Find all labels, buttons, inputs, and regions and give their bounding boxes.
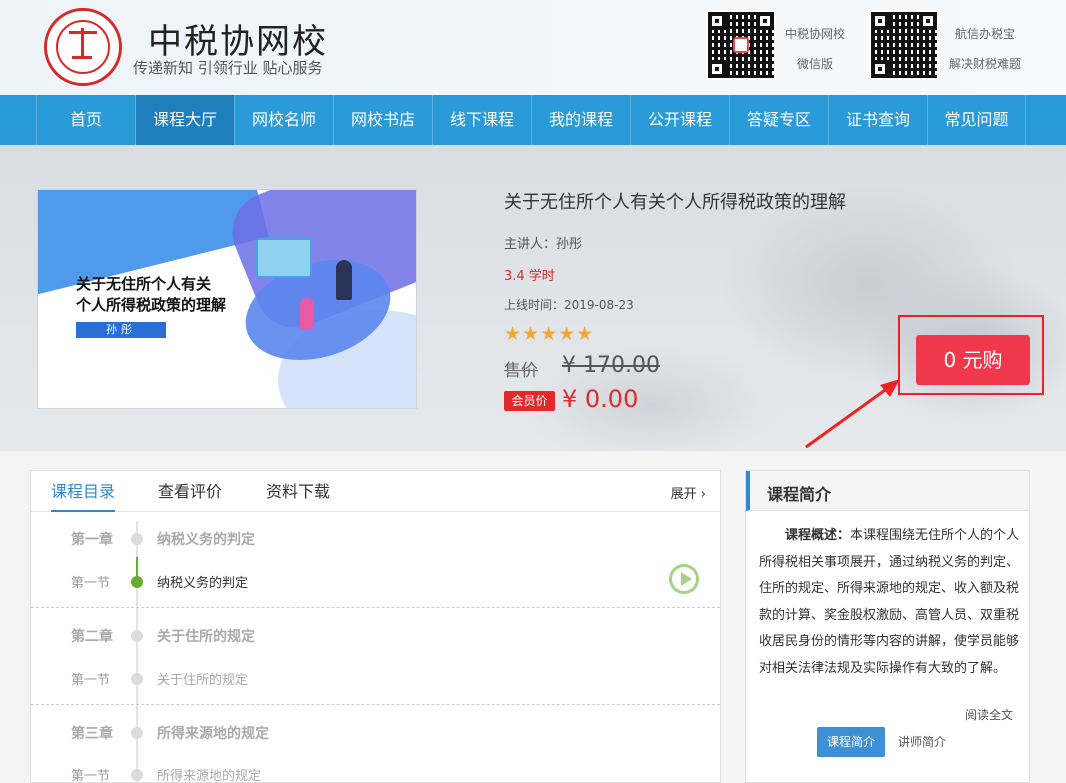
section-label: 第一节 (71, 769, 111, 783)
course-catalog-panel: 课程目录 查看评价 资料下载 展开 › 第一章 纳税义务的判定 第一节 纳税义务… (30, 470, 721, 783)
qr-caption-line1: 航信办税宝 (955, 27, 1016, 41)
price-label: 售价 (504, 361, 538, 381)
catalog-tabs: 课程目录 查看评价 资料下载 展开 › (31, 471, 720, 512)
qr-caption-line2: 解决财税难题 (949, 57, 1022, 71)
main-nav: 首页 课程大厅 网校名师 网校书店 线下课程 我的课程 公开课程 答疑专区 证书… (0, 95, 1066, 145)
section-title-current[interactable]: 纳税义务的判定 (157, 572, 248, 591)
tab-downloads[interactable]: 资料下载 (266, 471, 330, 512)
course-intro-panel: 课程简介 课程概述：本课程围绕无住所个人的个人所得税相关事项展开，通过纳税义务的… (745, 470, 1030, 783)
cover-title: 关于无住所个人有关 个人所得税政策的理解 (76, 275, 227, 314)
nav-item-course-hall[interactable]: 课程大厅 (135, 95, 234, 145)
nav-item-my-courses[interactable]: 我的课程 (531, 95, 630, 145)
play-icon[interactable] (669, 564, 699, 594)
timeline-dot (131, 673, 143, 685)
course-cover-image: 关于无住所个人有关 个人所得税政策的理解 孙彤 (37, 189, 417, 409)
course-hours: 3.4 学时 (504, 269, 555, 284)
tab-catalog[interactable]: 课程目录 (51, 471, 116, 512)
expand-link[interactable]: 展开 › (671, 483, 706, 502)
nav-item-faq[interactable]: 常见问题 (927, 95, 1026, 145)
site-header: 中税协网校 传递新知 引领行业 贴心服务 中税协网校 微信版 航信办税宝 解决财… (0, 0, 1066, 95)
tab-reviews[interactable]: 查看评价 (158, 471, 222, 512)
intro-body: 本课程围绕无住所个人的个人所得税相关事项展开，通过纳税义务的判定、住所的规定、所… (759, 528, 1020, 676)
buy-button[interactable]: 0 元购 (916, 335, 1030, 385)
intro-text: 课程概述：本课程围绕无住所个人的个人所得税相关事项展开，通过纳税义务的判定、住所… (759, 523, 1021, 682)
member-price-badge: 会员价 (504, 391, 555, 411)
course-title: 关于无住所个人有关个人所得税政策的理解 (504, 192, 846, 213)
timeline-dot-active (131, 576, 143, 588)
divider (31, 607, 720, 608)
nav-item-qa[interactable]: 答疑专区 (729, 95, 828, 145)
qr-code-icon (869, 10, 939, 80)
chapter-label: 第二章 (71, 629, 113, 645)
cover-lecturer-tag: 孙彤 (76, 322, 166, 338)
rating-stars-icon: ★★★★★ (504, 323, 595, 345)
timeline-dot (131, 533, 143, 545)
qr-caption-line2: 微信版 (797, 57, 834, 71)
course-intro-button[interactable]: 课程简介 (817, 727, 885, 757)
course-online-date: 上线时间：2019-08-23 (504, 298, 634, 312)
logo-seal-icon[interactable] (44, 8, 122, 86)
timeline-dot (131, 769, 143, 781)
chapter-label: 第一章 (71, 532, 113, 548)
section-title[interactable]: 所得来源地的规定 (157, 765, 261, 783)
nav-item-offline-courses[interactable]: 线下课程 (432, 95, 531, 145)
chapter-title[interactable]: 纳税义务的判定 (157, 529, 255, 549)
teacher-intro-button[interactable]: 讲师简介 (898, 727, 946, 757)
qr-code-icon (706, 10, 776, 80)
qr-caption-line1: 中税协网校 (785, 27, 846, 41)
chapter-title[interactable]: 关于住所的规定 (157, 626, 255, 646)
original-price: ¥ 170.00 (562, 353, 660, 378)
section-label: 第一节 (71, 576, 111, 591)
chapter-title[interactable]: 所得来源地的规定 (157, 723, 269, 743)
member-price: ¥ 0.00 (562, 385, 639, 413)
course-hero: 关于无住所个人有关 个人所得税政策的理解 孙彤 关于无住所个人有关个人所得税政策… (0, 145, 1066, 451)
chapter-label: 第三章 (71, 726, 113, 742)
read-more-link[interactable]: 阅读全文 (965, 706, 1013, 723)
nav-item-teachers[interactable]: 网校名师 (234, 95, 333, 145)
section-title[interactable]: 关于住所的规定 (157, 669, 248, 688)
intro-lead: 课程概述： (785, 528, 851, 543)
nav-item-public-courses[interactable]: 公开课程 (630, 95, 729, 145)
section-label: 第一节 (71, 673, 111, 688)
nav-item-bookstore[interactable]: 网校书店 (333, 95, 432, 145)
timeline-dot (131, 630, 143, 642)
site-slogan: 传递新知 引领行业 贴心服务 (133, 59, 323, 77)
timeline-dot (131, 727, 143, 739)
site-title[interactable]: 中税协网校 (148, 14, 328, 63)
nav-item-certificates[interactable]: 证书查询 (828, 95, 927, 145)
divider (31, 704, 720, 705)
nav-item-home[interactable]: 首页 (36, 95, 135, 145)
course-lecturer: 主讲人：孙彤 (504, 237, 583, 252)
intro-header: 课程简介 (746, 471, 1029, 511)
intro-heading: 课程简介 (767, 485, 832, 504)
arrow-annotation-icon (805, 379, 900, 449)
